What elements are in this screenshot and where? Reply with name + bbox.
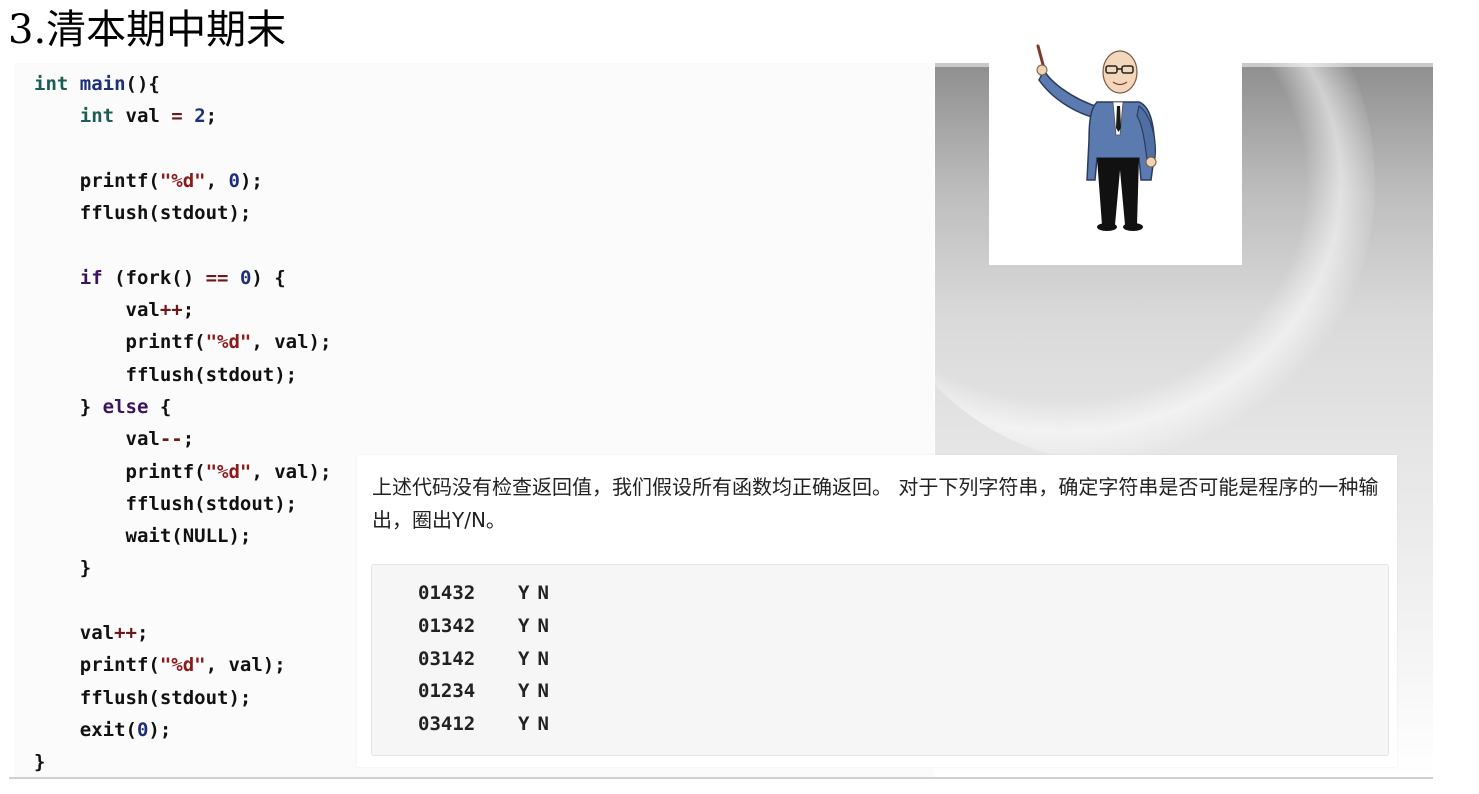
teacher-pointing-icon xyxy=(1036,44,1157,231)
teacher-illustration xyxy=(989,40,1242,265)
choice-yes[interactable]: Y xyxy=(518,610,529,643)
choice-no[interactable]: N xyxy=(537,675,548,708)
answer-option-row: 01342 Y N xyxy=(418,610,557,643)
code-line: wait(NULL); xyxy=(34,525,252,548)
bottom-divider xyxy=(9,777,1433,779)
answer-option-row: 03412 Y N xyxy=(418,708,557,741)
choice-no[interactable]: N xyxy=(537,577,548,610)
choice-no[interactable]: N xyxy=(537,708,548,741)
code-line: val++; xyxy=(34,299,195,322)
code-line: } xyxy=(34,751,46,774)
code-line: val++; xyxy=(34,622,149,645)
choice-no[interactable]: N xyxy=(537,643,548,676)
code-line: val--; xyxy=(34,428,195,451)
code-block: int main(){ int val = 2; printf("%d", 0)… xyxy=(34,68,331,779)
code-line: int val = 2; xyxy=(79,105,218,128)
code-line: printf("%d", val); xyxy=(34,654,286,677)
slide-title: 3.清本期中期末 xyxy=(8,7,287,53)
answer-sequence: 01342 xyxy=(418,615,476,637)
answer-sequence: 01234 xyxy=(418,680,476,702)
question-text: 上述代码没有检查返回值，我们假设所有函数均正确返回。 对于下列字符串，确定字符串… xyxy=(372,475,1379,532)
code-line: int main(){ xyxy=(34,73,160,95)
code-line: fflush(stdout); xyxy=(34,686,252,709)
code-line: exit(0); xyxy=(34,718,172,741)
code-line: printf("%d", val); xyxy=(34,331,332,354)
answer-sequence: 01432 xyxy=(418,582,476,604)
answer-option-row: 01234 Y N xyxy=(418,675,557,708)
answer-sequence: 03412 xyxy=(418,713,476,735)
answer-option-row: 03142 Y N xyxy=(418,643,557,676)
code-line: printf("%d", 0); xyxy=(34,169,263,192)
question-card: 上述代码没有检查返回值，我们假设所有函数均正确返回。 对于下列字符串，确定字符串… xyxy=(357,455,1397,767)
choice-yes[interactable]: Y xyxy=(518,675,529,708)
code-line: fflush(stdout); xyxy=(34,363,298,386)
answer-sequence: 03142 xyxy=(418,648,476,670)
choice-no[interactable]: N xyxy=(537,610,548,643)
code-line: if (fork() == 0) { xyxy=(79,266,286,289)
code-line: fflush(stdout); xyxy=(34,492,298,515)
answer-option-row: 01432 Y N xyxy=(418,577,557,610)
choice-yes[interactable]: Y xyxy=(518,643,529,676)
code-line: } xyxy=(34,557,92,580)
choice-yes[interactable]: Y xyxy=(518,577,529,610)
answer-options-box: 01432 Y N 01342 Y N 03142 Y N 01234 Y N 03412 Y N xyxy=(371,564,1389,756)
code-line: fflush(stdout); xyxy=(34,202,252,225)
code-line: } else { xyxy=(34,395,172,418)
code-line: printf("%d", val); xyxy=(34,460,332,483)
choice-yes[interactable]: Y xyxy=(518,708,529,741)
